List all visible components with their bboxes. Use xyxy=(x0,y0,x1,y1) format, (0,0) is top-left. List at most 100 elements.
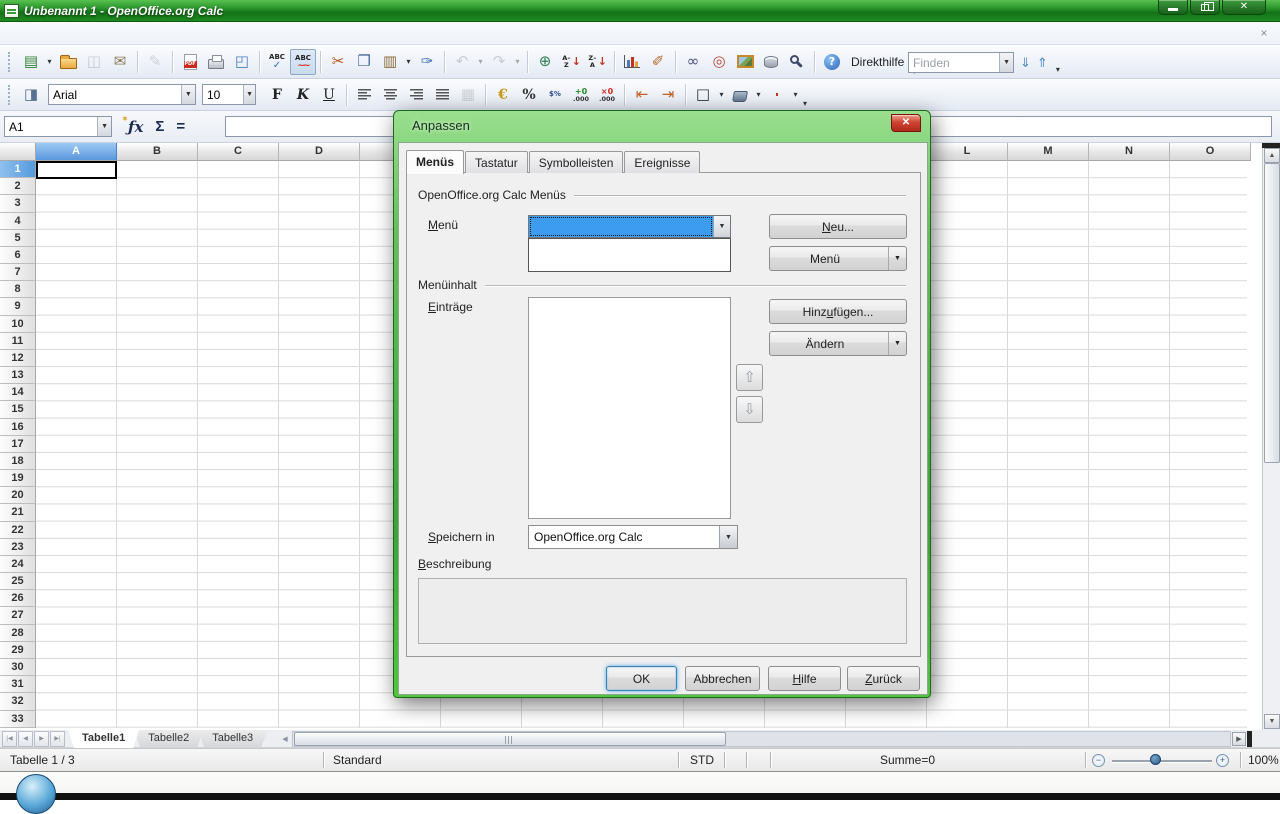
paste-dropdown[interactable]: ▾ xyxy=(403,49,414,75)
row-header-20[interactable]: 20 xyxy=(0,487,36,504)
sort-ascending-button[interactable] xyxy=(558,49,584,75)
find-and-replace-button[interactable]: ∞ xyxy=(680,49,706,75)
sheet-tab-tabelle1[interactable]: Tabelle1 xyxy=(68,730,139,748)
email-button[interactable]: ✉ xyxy=(107,49,133,75)
horizontal-scroll-thumb[interactable] xyxy=(294,732,726,746)
row-header-16[interactable]: 16 xyxy=(0,419,36,436)
row-header-14[interactable]: 14 xyxy=(0,384,36,401)
zoom-slider-track[interactable] xyxy=(1112,760,1212,762)
column-header-B[interactable]: B xyxy=(117,143,198,161)
row-header-7[interactable]: 7 xyxy=(0,264,36,281)
row-header-9[interactable]: 9 xyxy=(0,298,36,315)
font-size-dropdown[interactable]: ▼ xyxy=(243,85,255,104)
add-decimal-place-button[interactable] xyxy=(568,82,594,108)
zoom-out-button[interactable]: − xyxy=(1092,754,1105,767)
row-header-15[interactable]: 15 xyxy=(0,401,36,418)
row-header-27[interactable]: 27 xyxy=(0,607,36,624)
column-header-N[interactable]: N xyxy=(1089,143,1170,161)
column-header-O[interactable]: O xyxy=(1170,143,1251,161)
horizontal-split-handle[interactable] xyxy=(1247,731,1252,747)
number-format-currency-button[interactable]: € xyxy=(490,82,516,108)
font-size-input[interactable] xyxy=(203,85,243,104)
add-button[interactable]: Hinzufügen... xyxy=(769,299,907,324)
scroll-up-arrow[interactable]: ▲ xyxy=(1264,148,1280,163)
row-header-6[interactable]: 6 xyxy=(0,247,36,264)
delete-decimal-place-button[interactable] xyxy=(594,82,620,108)
open-button[interactable] xyxy=(55,49,81,75)
function-wizard-icon[interactable]: ƒx xyxy=(128,118,143,136)
row-header-12[interactable]: 12 xyxy=(0,350,36,367)
entries-listbox[interactable] xyxy=(528,297,731,519)
cell-cursor[interactable] xyxy=(36,161,117,179)
row-header-13[interactable]: 13 xyxy=(0,367,36,384)
row-header-8[interactable]: 8 xyxy=(0,281,36,298)
dialog-close-button[interactable]: ✕ xyxy=(891,114,921,132)
modify-dropdown[interactable]: ▼ xyxy=(888,332,906,355)
page-preview-button[interactable]: ◰ xyxy=(229,49,255,75)
vertical-scrollbar[interactable]: ▲ ▼ xyxy=(1262,143,1280,730)
row-header-1[interactable]: 1 xyxy=(0,161,36,178)
data-sources-button[interactable] xyxy=(758,49,784,75)
toolbar-drag-handle[interactable] xyxy=(8,85,13,105)
dialog-tab-menüs[interactable]: Menüs xyxy=(406,150,464,174)
row-header-26[interactable]: 26 xyxy=(0,590,36,607)
row-header-4[interactable]: 4 xyxy=(0,213,36,230)
font-name-input[interactable] xyxy=(49,85,181,104)
sort-descending-button[interactable] xyxy=(584,49,610,75)
new-document-dropdown[interactable]: ▾ xyxy=(44,49,55,75)
row-header-18[interactable]: 18 xyxy=(0,453,36,470)
sheet-tab-tabelle3[interactable]: Tabelle3 xyxy=(198,730,267,748)
row-header-21[interactable]: 21 xyxy=(0,504,36,521)
next-sheet-button[interactable]: ▶ xyxy=(34,731,49,747)
cell-reference-input[interactable] xyxy=(5,117,97,136)
zoom-slider-thumb[interactable] xyxy=(1150,754,1161,765)
row-header-19[interactable]: 19 xyxy=(0,470,36,487)
menu-combobox-dropdown[interactable]: ▼ xyxy=(713,216,730,237)
format-paintbrush-button[interactable]: ✑ xyxy=(414,49,440,75)
print-button[interactable] xyxy=(203,49,229,75)
row-header-22[interactable]: 22 xyxy=(0,522,36,539)
vertical-scroll-thumb[interactable] xyxy=(1264,163,1280,463)
select-all-corner[interactable] xyxy=(0,143,36,161)
font-name-dropdown[interactable]: ▼ xyxy=(181,85,195,104)
styles-window-button[interactable]: ◨ xyxy=(18,82,44,108)
copy-button[interactable]: ❐ xyxy=(351,49,377,75)
restore-button[interactable] xyxy=(1190,0,1220,15)
export-pdf-button[interactable] xyxy=(177,49,203,75)
description-box[interactable] xyxy=(418,578,907,644)
insert-chart-button[interactable] xyxy=(619,49,645,75)
font-color-dropdown[interactable]: ▾ xyxy=(790,82,801,108)
back-button[interactable]: Zurück xyxy=(847,666,920,691)
previous-sheet-button[interactable]: ◀ xyxy=(18,731,33,747)
find-toolbar-options-dropdown[interactable]: ▾ xyxy=(1056,63,1060,75)
help-button[interactable] xyxy=(819,49,845,75)
direkthilfe-button[interactable]: Direkthilfe xyxy=(845,49,910,75)
help-button[interactable]: Hilfe xyxy=(768,666,841,691)
number-format-percent-button[interactable]: % xyxy=(516,82,542,108)
menu-menu-dropdown[interactable]: ▼ xyxy=(888,247,906,270)
row-header-28[interactable]: 28 xyxy=(0,625,36,642)
row-header-11[interactable]: 11 xyxy=(0,333,36,350)
borders-dropdown[interactable]: ▾ xyxy=(716,82,727,108)
auto-spellcheck-button[interactable] xyxy=(290,49,316,75)
number-format-standard-button[interactable]: $% xyxy=(542,82,568,108)
menu-combobox-value[interactable] xyxy=(529,216,713,237)
column-header-M[interactable]: M xyxy=(1008,143,1089,161)
hscroll-right-arrow[interactable]: ▶ xyxy=(1232,732,1246,746)
menu-combobox[interactable]: ▼ xyxy=(528,215,731,238)
italic-button[interactable]: K xyxy=(290,82,316,108)
borders-button[interactable]: □ xyxy=(690,82,716,108)
find-dropdown[interactable]: ▼ xyxy=(999,53,1013,72)
hscroll-left-arrow[interactable]: ◀ xyxy=(278,732,292,746)
name-box-dropdown[interactable]: ▼ xyxy=(97,117,111,136)
align-left-button[interactable] xyxy=(351,82,377,108)
row-header-32[interactable]: 32 xyxy=(0,693,36,710)
find-previous-button[interactable]: ⇑ xyxy=(1037,55,1048,71)
modify-button[interactable]: Ändern▼ xyxy=(769,331,907,356)
row-header-5[interactable]: 5 xyxy=(0,230,36,247)
sum-display[interactable]: Summe=0 xyxy=(880,753,935,767)
column-header-L[interactable]: L xyxy=(927,143,1008,161)
gallery-button[interactable] xyxy=(732,49,758,75)
menu-menu-button[interactable]: Menü▼ xyxy=(769,246,907,271)
align-right-button[interactable] xyxy=(403,82,429,108)
